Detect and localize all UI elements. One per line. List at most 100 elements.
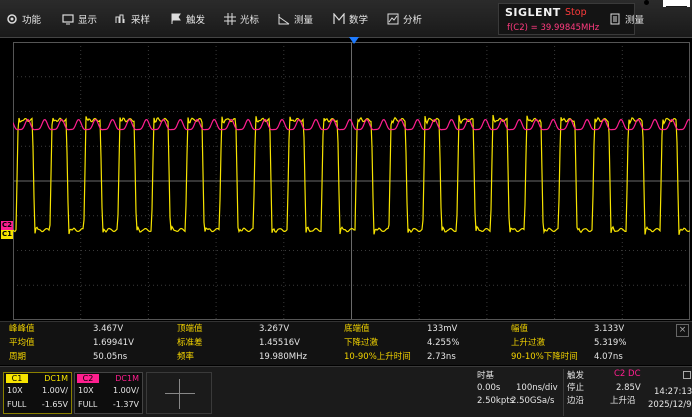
add-channel-button[interactable] — [146, 372, 212, 414]
channel-1-coupling: DC1M — [44, 374, 68, 383]
channel-1-offset: -1.65V — [41, 400, 68, 409]
meas-label: 平均值 — [9, 338, 35, 348]
menu-acquire-label: 采样 — [131, 15, 151, 26]
timebase-panel[interactable]: 时基 0.00s 100ns/div 2.50kpts 2.50GSa/s — [474, 369, 561, 416]
run-state[interactable]: Stop — [565, 7, 587, 18]
menu-cursors[interactable]: 光标 — [224, 11, 259, 27]
trigger-title: 触发 — [567, 371, 585, 381]
meas-label: 幅值 — [511, 324, 529, 334]
menu-math[interactable]: 数学 — [333, 11, 368, 27]
menu-display[interactable]: 显示 — [62, 11, 97, 27]
measurement-table: 峰峰值 3.467V 顶端值 3.267V 底端值 133mV 幅值 3.133… — [0, 321, 692, 365]
measure-ruler-icon — [278, 13, 290, 25]
channel-2-tag: C2 — [77, 374, 99, 383]
waveform-area[interactable] — [13, 42, 690, 320]
meas-label: 下降过激 — [344, 338, 379, 348]
trigger-type: 边沿 — [567, 396, 585, 406]
channel-2-offset: -1.37V — [112, 400, 139, 409]
trigger-position-marker[interactable] — [349, 37, 359, 44]
timebase-title: 时基 — [477, 371, 495, 381]
c2-offset-marker[interactable]: C2 — [1, 221, 14, 230]
c1-offset-marker[interactable]: C1 — [1, 230, 14, 239]
clock-time: 14:27:13 — [654, 387, 692, 397]
menu-measure-right[interactable]: 测量 — [609, 11, 644, 27]
meas-label: 顶端值 — [177, 324, 203, 334]
trigger-slope: 上升沿 — [610, 396, 636, 406]
meas-label: 上升过激 — [511, 338, 546, 348]
meas-label: 峰峰值 — [9, 324, 35, 334]
meas-value: 1.69941V — [93, 338, 134, 348]
sampling-icon — [115, 13, 127, 25]
menu-acquire[interactable]: 采样 — [115, 11, 150, 27]
meas-label: 周期 — [9, 352, 27, 362]
meas-label: 10-90%上升时间 — [344, 352, 411, 362]
menu-trigger-label: 触发 — [186, 15, 206, 26]
meas-label: 底端值 — [344, 324, 370, 334]
trigger-source: C2 DC — [614, 369, 641, 379]
meas-value: 4.07ns — [594, 352, 623, 362]
menu-measure[interactable]: 测量 — [278, 11, 313, 27]
meas-label: 频率 — [177, 352, 195, 362]
trigger-level: 2.85V — [616, 383, 641, 393]
meas-value: 1.45516V — [259, 338, 300, 348]
plus-icon-vertical — [179, 379, 180, 409]
menu-analysis[interactable]: 分析 — [387, 11, 422, 27]
channel-1-scale: 1.00V/ — [42, 386, 68, 395]
clock-panel: 14:27:13 2025/12/9 — [643, 371, 692, 415]
meas-label: 90-10%下降时间 — [511, 352, 578, 362]
meas-value: 3.467V — [93, 324, 124, 334]
timebase-memory: 2.50kpts — [477, 396, 515, 406]
corner-link[interactable]: ______ — [663, 0, 690, 7]
meas-value: 4.255% — [427, 338, 460, 348]
oscilloscope-screen: 功能 显示 采样 触发 光标 测量 数学 分析 SIGLENT Stop f(C… — [0, 0, 692, 417]
menu-measure-label: 测量 — [294, 15, 314, 26]
menu-trigger[interactable]: 触发 — [170, 11, 205, 27]
timebase-delay: 0.00s — [477, 383, 501, 393]
channel-1-bandwidth: FULL — [7, 400, 27, 409]
math-icon — [333, 12, 345, 25]
meas-value: 133mV — [427, 324, 458, 334]
channel-2-scale: 1.00V/ — [113, 386, 139, 395]
menu-math-label: 数学 — [349, 15, 369, 26]
analysis-chart-icon — [387, 13, 399, 25]
meas-value: 3.267V — [259, 324, 290, 334]
document-icon — [609, 13, 621, 25]
menu-display-label: 显示 — [78, 15, 98, 26]
menu-cursors-label: 光标 — [240, 15, 260, 26]
cursor-grid-icon — [224, 13, 236, 25]
bottom-status-bar: C1 DC1M 10X 1.00V/ FULL -1.65V C2 DC1M 1… — [0, 366, 692, 417]
flag-icon — [170, 13, 182, 25]
menu-function[interactable]: 功能 — [6, 11, 41, 27]
trigger-state: 停止 — [567, 383, 585, 393]
frequency-counter: f(C2) = 39.99845MHz — [507, 23, 600, 33]
siglent-logo: SIGLENT — [505, 6, 561, 19]
measurement-close-button[interactable]: × — [676, 324, 689, 337]
channel-2-bandwidth: FULL — [78, 400, 98, 409]
channel-1-tag: C1 — [6, 374, 28, 383]
usb-icon — [683, 371, 691, 379]
corner-dot — [644, 0, 649, 5]
menu-function-label: 功能 — [22, 15, 42, 26]
plus-icon — [165, 393, 195, 394]
channel-2-coupling: DC1M — [115, 374, 139, 383]
meas-value: 3.133V — [594, 324, 625, 334]
trigger-panel[interactable]: 触发 C2 DC 停止 2.85V 边沿 上升沿 — [563, 369, 641, 416]
meas-value: 19.980MHz — [259, 352, 307, 362]
channel-1-header: C1 DC1M — [4, 373, 71, 384]
meas-value: 50.05ns — [93, 352, 128, 362]
channel-2-probe: 10X — [78, 386, 94, 395]
menu-measure-right-label: 测量 — [625, 15, 645, 26]
gear-icon — [6, 13, 18, 25]
menu-analysis-label: 分析 — [403, 15, 423, 26]
waveform-graticule — [13, 42, 690, 320]
channel-2-header: C2 DC1M — [75, 373, 142, 384]
timebase-sample-rate: 2.50GSa/s — [511, 396, 555, 406]
monitor-icon — [62, 13, 74, 25]
channel-2-box[interactable]: C2 DC1M 10X 1.00V/ FULL -1.37V — [74, 372, 143, 414]
top-menu-bar: 功能 显示 采样 触发 光标 测量 数学 分析 SIGLENT Stop f(C… — [0, 0, 692, 38]
channel-1-probe: 10X — [7, 386, 23, 395]
timebase-scale: 100ns/div — [516, 383, 558, 393]
channel-1-box[interactable]: C1 DC1M 10X 1.00V/ FULL -1.65V — [3, 372, 72, 414]
meas-value: 2.73ns — [427, 352, 456, 362]
clock-date: 2025/12/9 — [648, 400, 692, 410]
